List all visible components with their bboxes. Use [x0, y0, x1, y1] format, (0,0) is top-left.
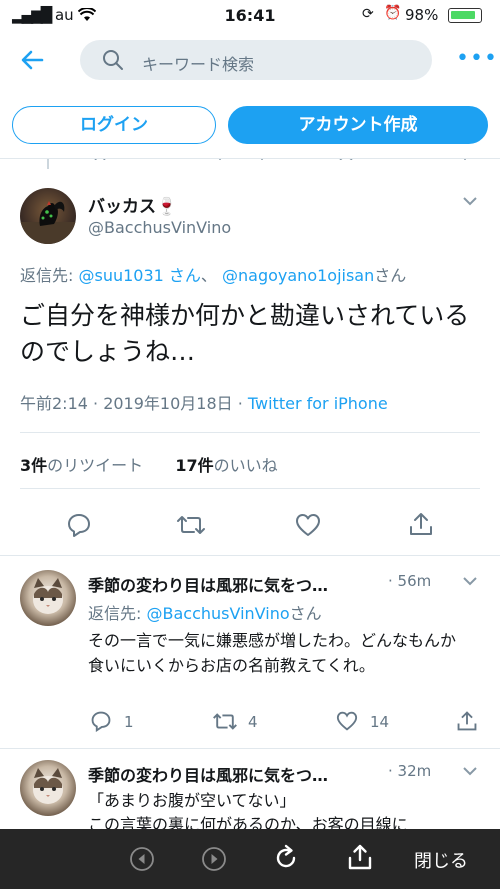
cat-avatar-image: [33, 578, 63, 614]
login-button[interactable]: ログイン: [12, 106, 216, 144]
retweet-count: 4: [248, 713, 258, 731]
reply-icon[interactable]: [90, 710, 112, 732]
share-icon[interactable]: [456, 710, 478, 732]
divider: [20, 432, 480, 433]
avatar[interactable]: [20, 570, 76, 626]
reply-time[interactable]: · 32m: [388, 762, 431, 780]
tweet-actions: [0, 510, 500, 540]
more-options-icon[interactable]: •••: [456, 46, 498, 71]
chevron-down-icon[interactable]: [462, 576, 478, 586]
reply-time[interactable]: · 56m: [388, 572, 431, 590]
reply-user-link[interactable]: @nagoyano1ojisan: [222, 266, 374, 285]
like-heart-icon[interactable]: [336, 711, 358, 731]
source-link[interactable]: Twitter for iPhone: [248, 394, 388, 413]
retweet-icon[interactable]: [212, 711, 238, 732]
browser-toolbar: 閉じる: [0, 829, 500, 889]
like-count-link[interactable]: 17件のいいね: [175, 456, 277, 475]
reply-user-link[interactable]: @BacchusVinVino: [146, 604, 289, 623]
browser-back-icon[interactable]: [128, 845, 156, 873]
search-input[interactable]: キーワード検索: [80, 40, 432, 80]
retweet-icon[interactable]: [176, 513, 206, 537]
chevron-down-icon[interactable]: [462, 766, 478, 776]
signup-button[interactable]: アカウント作成: [228, 106, 488, 144]
reply-display-name[interactable]: 季節の変わり目は風邪に気をつ…: [88, 762, 328, 786]
back-arrow-icon[interactable]: [18, 46, 46, 74]
like-heart-icon[interactable]: [295, 513, 321, 537]
reply-display-name[interactable]: 季節の変わり目は風邪に気をつ…: [88, 572, 328, 596]
battery-nub: [448, 8, 482, 23]
thread-line: [47, 159, 49, 169]
status-bar: ▂▄▆█ au 16:41 ⟳ ⏰ 98%: [0, 0, 500, 30]
chevron-down-icon[interactable]: [462, 196, 478, 206]
close-button[interactable]: 閉じる: [414, 847, 468, 873]
reply-to-line: 返信先: @suu1031 さん、 @nagoyano1ojisanさん: [20, 266, 407, 285]
search-icon: [103, 50, 123, 70]
alarm-icon: ⏰: [384, 5, 402, 21]
retweet-count-link[interactable]: 3件のリツイート: [20, 456, 143, 475]
battery-percent: 98%: [405, 6, 439, 24]
timestamp[interactable]: 午前2:14 · 2019年10月18日 ·: [20, 394, 248, 413]
share-icon[interactable]: [346, 843, 374, 871]
user-handle[interactable]: @BacchusVinVino: [88, 218, 231, 237]
tweet-text: ご自分を神様か何かと勘違いされているのでしょうね…: [20, 301, 470, 366]
previous-tweet-actions: [0, 152, 500, 160]
engagement-counts: 3件のリツイート 17件のいいね: [20, 452, 278, 476]
avatar[interactable]: [20, 188, 76, 244]
cat-avatar-image: [33, 768, 63, 804]
reply-to-line: 返信先: @BacchusVinVinoさん: [88, 604, 322, 623]
reply-text-line: 「あまりお腹が空いてない」: [88, 791, 296, 810]
tweet-meta: 午前2:14 · 2019年10月18日 · Twitter for iPhon…: [20, 390, 388, 414]
reply-text: その一言で一気に嫌悪感が増したわ。どんなもんか食いにいくからお店の名前教えてくれ…: [88, 631, 457, 675]
share-icon[interactable]: [408, 511, 434, 537]
display-name[interactable]: バッカス🍷: [88, 192, 177, 217]
avatar[interactable]: [20, 760, 76, 816]
reply-count: 1: [124, 713, 134, 731]
browser-forward-icon[interactable]: [200, 845, 228, 873]
search-placeholder: キーワード検索: [142, 55, 255, 74]
divider: [20, 488, 480, 489]
like-count: 14: [370, 713, 390, 731]
rooster-avatar-image: [20, 201, 76, 244]
section-divider: [0, 555, 500, 556]
divider: [0, 748, 500, 749]
reply-icon[interactable]: [66, 512, 92, 538]
lock-rotation-icon: ⟳: [362, 6, 374, 22]
reply-user-link[interactable]: @suu1031 さん: [78, 266, 200, 285]
reply-actions: 1 4 14: [88, 710, 480, 736]
reload-icon[interactable]: [272, 844, 300, 872]
